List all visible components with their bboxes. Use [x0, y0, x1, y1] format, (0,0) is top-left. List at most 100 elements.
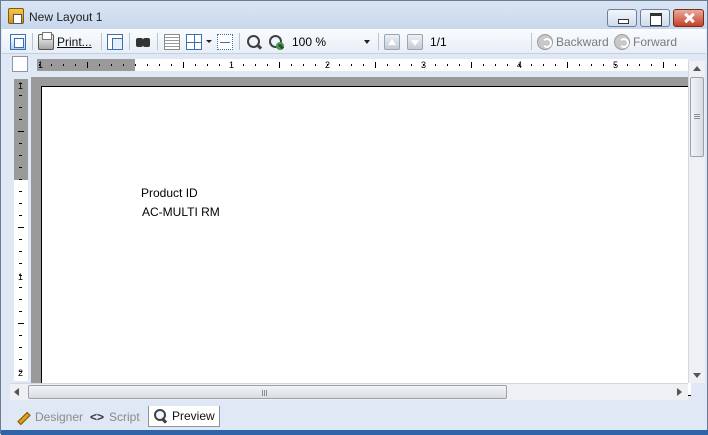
ruler-tick: [19, 311, 22, 312]
arrow-down-icon: [407, 33, 423, 50]
ruler-tick: [207, 64, 208, 66]
ruler-tick: [339, 64, 340, 66]
pencil-icon: [16, 410, 30, 424]
zoom-in-icon: +: [268, 34, 284, 50]
zoom-out-button[interactable]: [246, 32, 262, 51]
previous-page-button[interactable]: [384, 32, 400, 51]
toolbar-separator: [239, 33, 240, 50]
window-title: New Layout 1: [29, 10, 103, 24]
preview-canvas[interactable]: Product ID AC-MULTI RM: [31, 77, 691, 396]
zoom-in-button[interactable]: +: [268, 32, 284, 51]
toolbar-separator: [101, 33, 102, 50]
ruler-number: 4: [517, 60, 523, 70]
ruler-tick: [279, 62, 280, 68]
vertical-scroll-thumb[interactable]: [690, 77, 704, 157]
ruler-tick: [18, 323, 24, 324]
ruler-tick: [19, 107, 22, 108]
scroll-right-icon[interactable]: [677, 388, 682, 396]
page-grid-dropdown-icon[interactable]: [206, 40, 212, 43]
ruler-tick: [459, 64, 460, 66]
horizontal-scroll-thumb[interactable]: [28, 385, 507, 399]
preview-toolbar: Print... + 100 % 1/1 Backward Forward: [2, 29, 706, 54]
single-page-button[interactable]: [164, 32, 180, 51]
ruler-number: 5: [613, 60, 619, 70]
page-grid-button[interactable]: [186, 32, 202, 51]
ruler-tick: [591, 64, 592, 66]
ruler-tick: [99, 64, 100, 66]
backward-label: Backward: [556, 34, 609, 49]
ruler-tick: [291, 64, 292, 66]
next-page-button[interactable]: [407, 32, 423, 51]
ruler-number: 1: [18, 272, 24, 282]
arrow-up-icon: [384, 33, 400, 50]
ruler-tick: [19, 287, 22, 288]
ruler-tick: [195, 64, 196, 66]
find-button[interactable]: [135, 32, 151, 51]
ruler-tick: [567, 62, 568, 68]
scroll-up-icon[interactable]: [693, 66, 701, 71]
ruler-tick: [19, 167, 22, 168]
ruler-tick: [651, 64, 652, 66]
ruler-number: 1: [18, 81, 24, 91]
ruler-tick: [435, 64, 436, 66]
maximize-button[interactable]: [640, 9, 670, 27]
ruler-tick: [255, 64, 256, 66]
ruler-tick: [51, 64, 52, 66]
zoom-select[interactable]: 100 %: [289, 33, 375, 51]
ruler-tick: [471, 62, 472, 68]
page-layout-icon: [10, 33, 26, 50]
ruler-number: 2: [325, 60, 331, 70]
ruler-tick: [19, 263, 22, 264]
ruler-number: 1: [229, 60, 235, 70]
ruler-tick: [19, 215, 22, 216]
forward-button[interactable]: Forward: [614, 32, 677, 51]
vertical-ruler: 1 1 2: [14, 79, 28, 381]
ruler-tick: [19, 179, 22, 180]
ruler-tick: [18, 227, 24, 228]
ruler-tick: [19, 119, 22, 120]
scroll-left-icon[interactable]: [14, 388, 19, 396]
ruler-tick: [363, 64, 364, 66]
ruler-tick: [531, 64, 532, 66]
title-bar: New Layout 1: [1, 1, 707, 29]
ruler-tick: [483, 64, 484, 66]
ruler-tick: [19, 155, 22, 156]
code-icon: <>: [90, 409, 105, 424]
ruler-icon: [217, 33, 233, 50]
ruler-tick: [19, 143, 22, 144]
tab-preview[interactable]: Preview: [148, 406, 220, 427]
page-layout-button[interactable]: [10, 32, 26, 51]
vertical-scrollbar[interactable]: [688, 61, 705, 383]
toolbar-separator: [531, 33, 532, 50]
backward-button[interactable]: Backward: [537, 32, 609, 51]
horizontal-scrollbar[interactable]: [10, 383, 688, 400]
minimize-button[interactable]: [607, 9, 637, 27]
ruler-tick: [19, 191, 22, 192]
copy-icon: [107, 33, 123, 50]
ruler-tick: [19, 299, 22, 300]
ruler-tick: [19, 347, 22, 348]
ruler-corner-box: [12, 56, 28, 72]
ruler-tick: [219, 64, 220, 66]
ruler-tick: [507, 64, 508, 66]
scroll-down-icon[interactable]: [693, 373, 701, 378]
print-button[interactable]: Print...: [38, 31, 92, 51]
ruler-tick: [411, 64, 412, 66]
zoom-out-icon: [246, 34, 262, 50]
window-bottom-edge: [1, 430, 708, 435]
ruler-tick: [19, 251, 22, 252]
toolbar-separator: [157, 33, 158, 50]
copy-button[interactable]: [107, 32, 123, 51]
ruler-tick: [627, 64, 628, 66]
ruler-tick: [639, 64, 640, 66]
ruler-tick: [63, 64, 64, 66]
tab-label: Script: [109, 409, 140, 424]
ruler-tick: [19, 203, 22, 204]
tab-script[interactable]: <> Script: [90, 406, 140, 427]
ruler-tick: [315, 64, 316, 66]
close-button[interactable]: [673, 9, 704, 27]
ruler-tick: [375, 62, 376, 68]
tab-designer[interactable]: Designer: [16, 406, 83, 427]
toggle-ruler-button[interactable]: [217, 32, 233, 51]
zoom-value: 100 %: [292, 35, 327, 49]
